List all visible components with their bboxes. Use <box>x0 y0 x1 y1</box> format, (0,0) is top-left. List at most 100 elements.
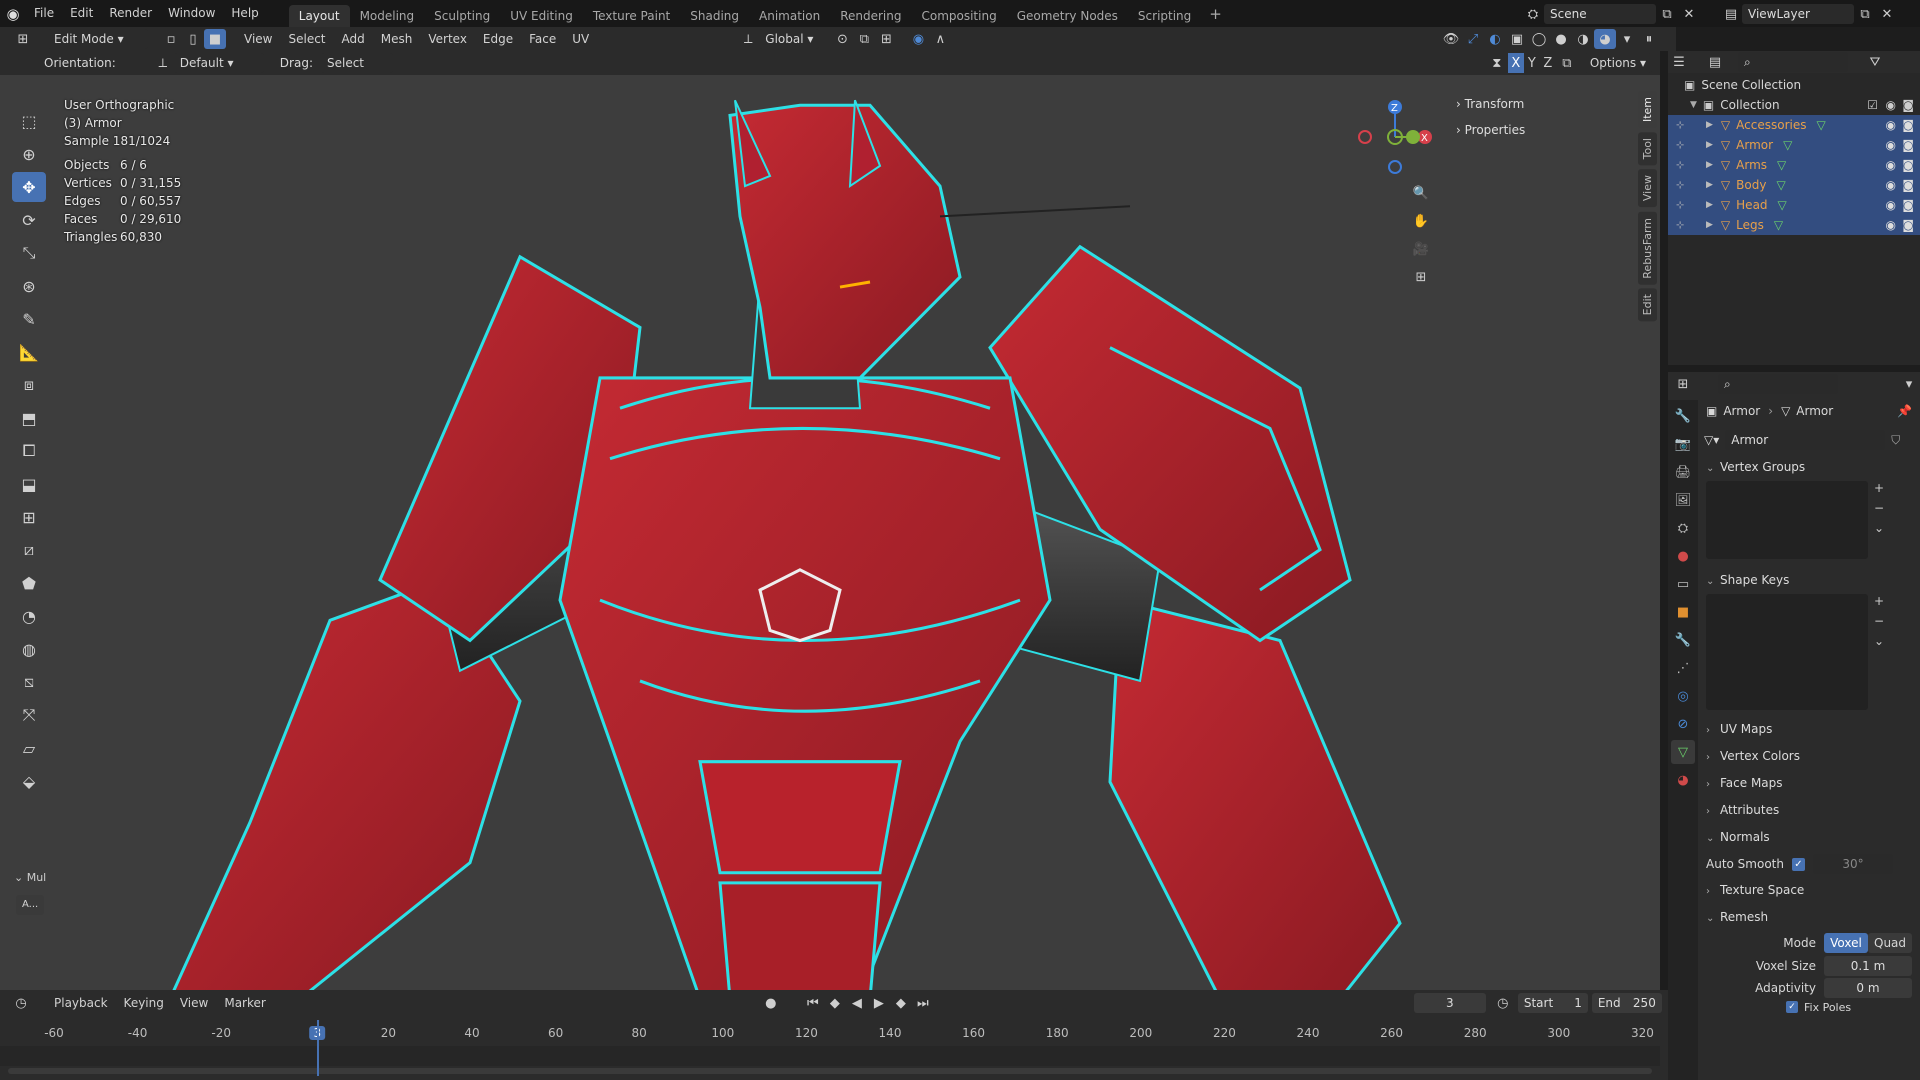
render-props-icon[interactable]: 📷 <box>1671 432 1695 456</box>
preview-range-icon[interactable]: ◷ <box>1492 993 1514 1013</box>
timeline-menu-view[interactable]: View <box>172 990 216 1017</box>
falloff-icon[interactable]: ∧ <box>929 29 951 49</box>
start-frame-field[interactable]: Start 1 <box>1517 993 1588 1013</box>
expand-arrow-icon[interactable]: ▶ <box>1706 120 1713 130</box>
scene-collection-row[interactable]: ▣ Scene Collection <box>1668 75 1920 95</box>
workspace-tab-texture-paint[interactable]: Texture Paint <box>583 5 680 27</box>
shear-tool-icon[interactable]: ▱ <box>12 733 46 763</box>
remesh-mode-voxel[interactable]: Voxel <box>1824 933 1868 953</box>
edge-select-icon[interactable]: ▯ <box>182 29 204 49</box>
display-mode-icon[interactable]: ▤ <box>1704 52 1726 72</box>
mesh-data-icon[interactable]: ▽ <box>1774 218 1783 232</box>
render-camera-icon[interactable]: ◙ <box>1902 118 1914 132</box>
last-operator-panel[interactable]: ⌄ Mul <box>14 871 46 884</box>
transform-orientation-dropdown[interactable]: Global ▾ <box>759 29 820 49</box>
jump-start-icon[interactable]: ⏮ <box>802 993 824 1013</box>
select-box-tool-icon[interactable]: ⬚ <box>12 106 46 136</box>
end-frame-field[interactable]: End 250 <box>1591 993 1662 1013</box>
workspace-tab-uv-editing[interactable]: UV Editing <box>500 5 583 27</box>
add-cube-tool-icon[interactable]: ⧈ <box>12 370 46 400</box>
visibility-eye-icon[interactable]: ◉ <box>1886 138 1896 152</box>
tab-rebusfarm[interactable]: RebusFarm <box>1638 211 1657 285</box>
workspace-tab-rendering[interactable]: Rendering <box>830 5 911 27</box>
tab-item[interactable]: Item <box>1638 91 1657 129</box>
properties-section[interactable]: › Properties <box>1456 117 1638 143</box>
outliner-item-head[interactable]: ⊹ ▶ ▽ Head ▽ ◉ ◙ <box>1668 195 1920 215</box>
expand-arrow-icon[interactable]: ▶ <box>1706 180 1713 190</box>
remesh-section[interactable]: ⌄ Remesh <box>1698 904 1920 931</box>
transform-section[interactable]: › Transform <box>1456 91 1638 117</box>
mesh-data-icon[interactable]: ▽ <box>1777 158 1786 172</box>
shape-keys-section[interactable]: ⌄ Shape Keys <box>1698 567 1920 594</box>
zoom-icon[interactable]: 🔍 <box>1410 183 1432 203</box>
visibility-eye-icon[interactable]: ◉ <box>1886 198 1896 212</box>
outliner-editor-icon[interactable]: ☰ <box>1668 52 1690 72</box>
physics-props-icon[interactable]: ◎ <box>1671 684 1695 708</box>
constraints-props-icon[interactable]: ⊘ <box>1671 712 1695 736</box>
vertex-group-specials-icon[interactable]: ⌄ <box>1874 521 1884 535</box>
mesh-data-icon[interactable]: ▽ <box>1778 198 1787 212</box>
collection-row[interactable]: ▼ ▣ Collection ☑ ◉ ◙ <box>1668 95 1920 115</box>
pivot-icon[interactable]: ⊙ <box>831 29 853 49</box>
rendered-shading-icon[interactable]: ◕ <box>1594 29 1616 49</box>
smooth-tool-icon[interactable]: ◍ <box>12 634 46 664</box>
move-tool-icon[interactable]: ✥ <box>12 172 46 202</box>
operator-button[interactable]: A... <box>16 895 45 915</box>
workspace-tab-scripting[interactable]: Scripting <box>1128 5 1201 27</box>
output-props-icon[interactable]: 🖨 <box>1671 460 1695 484</box>
menu-file[interactable]: File <box>26 0 62 27</box>
tool-props-icon[interactable]: 🔧 <box>1671 404 1695 428</box>
remove-shape-key-button[interactable]: − <box>1874 614 1884 628</box>
options-dropdown[interactable]: Options ▾ <box>1583 53 1652 73</box>
drag-dropdown[interactable]: Select Box ▾ <box>320 53 393 90</box>
voxel-size-field[interactable]: 0.1 m <box>1824 956 1912 976</box>
play-icon[interactable]: ▶ <box>868 993 890 1013</box>
spin-tool-icon[interactable]: ◔ <box>12 601 46 631</box>
shading-options-icon[interactable]: ▾ <box>1616 29 1638 49</box>
snap-icon[interactable]: ⧉ <box>853 29 875 49</box>
mode-dropdown[interactable]: Edit Mode ▾ <box>48 29 148 49</box>
extrude-tool-icon[interactable]: ⬒ <box>12 403 46 433</box>
scale-tool-icon[interactable]: ⤡ <box>12 238 46 268</box>
object-props-icon[interactable]: ■ <box>1671 600 1695 624</box>
3d-viewport[interactable]: User Orthographic (3) Armor Sample 181/1… <box>0 75 1660 990</box>
viewport-menu-add[interactable]: Add <box>334 26 373 53</box>
poly-build-tool-icon[interactable]: ⬟ <box>12 568 46 598</box>
visibility-eye-icon[interactable]: ◉ <box>1886 118 1896 132</box>
collection-expand-icon[interactable]: ▼ <box>1690 100 1697 110</box>
mesh-name-field[interactable]: Armor <box>1725 430 1886 450</box>
workspace-tab-sculpting[interactable]: Sculpting <box>424 5 500 27</box>
delete-viewlayer-icon[interactable]: ✕ <box>1876 4 1898 24</box>
normals-section[interactable]: ⌄ Normals <box>1698 824 1920 851</box>
properties-options-icon[interactable]: ▾ <box>1898 374 1920 394</box>
mesh-data-icon[interactable]: ▽ <box>1776 178 1785 192</box>
add-vertex-group-button[interactable]: + <box>1874 481 1884 495</box>
workspace-tab-modeling[interactable]: Modeling <box>350 5 425 27</box>
workspace-tab-animation[interactable]: Animation <box>749 5 830 27</box>
pin-icon[interactable]: 📌 <box>1897 404 1912 418</box>
expand-arrow-icon[interactable]: ▶ <box>1706 140 1713 150</box>
outliner-item-arms[interactable]: ⊹ ▶ ▽ Arms ▽ ◉ ◙ <box>1668 155 1920 175</box>
wireframe-shading-icon[interactable]: ◯ <box>1528 29 1550 49</box>
uv-maps-section[interactable]: › UV Maps <box>1698 716 1920 743</box>
render-camera-icon[interactable]: ◙ <box>1902 178 1914 192</box>
auto-smooth-angle-field[interactable]: 30° <box>1812 854 1893 874</box>
properties-editor-icon[interactable]: ⊞ <box>1672 374 1694 394</box>
outliner-item-body[interactable]: ⊹ ▶ ▽ Body ▽ ◉ ◙ <box>1668 175 1920 195</box>
expand-arrow-icon[interactable]: ▶ <box>1706 200 1713 210</box>
prev-keyframe-icon[interactable]: ◆ <box>824 993 846 1013</box>
adaptivity-field[interactable]: 0 m <box>1824 978 1912 998</box>
new-scene-icon[interactable]: ⧉ <box>1656 4 1678 24</box>
workspace-tab-shading[interactable]: Shading <box>680 5 749 27</box>
scene-props-icon[interactable]: ⛭ <box>1671 516 1695 540</box>
knife-tool-icon[interactable]: ⧄ <box>12 535 46 565</box>
expand-arrow-icon[interactable]: ▶ <box>1706 220 1713 230</box>
next-keyframe-icon[interactable]: ◆ <box>890 993 912 1013</box>
visibility-icon[interactable]: 👁 <box>1440 29 1462 49</box>
properties-search[interactable]: ⌕ <box>1718 374 1838 394</box>
menu-window[interactable]: Window <box>160 0 223 27</box>
expand-arrow-icon[interactable]: ▶ <box>1706 160 1713 170</box>
bevel-tool-icon[interactable]: ⬓ <box>12 469 46 499</box>
mirror-x-toggle[interactable]: X <box>1507 53 1524 73</box>
timeline-scrollbar[interactable] <box>8 1068 1652 1074</box>
